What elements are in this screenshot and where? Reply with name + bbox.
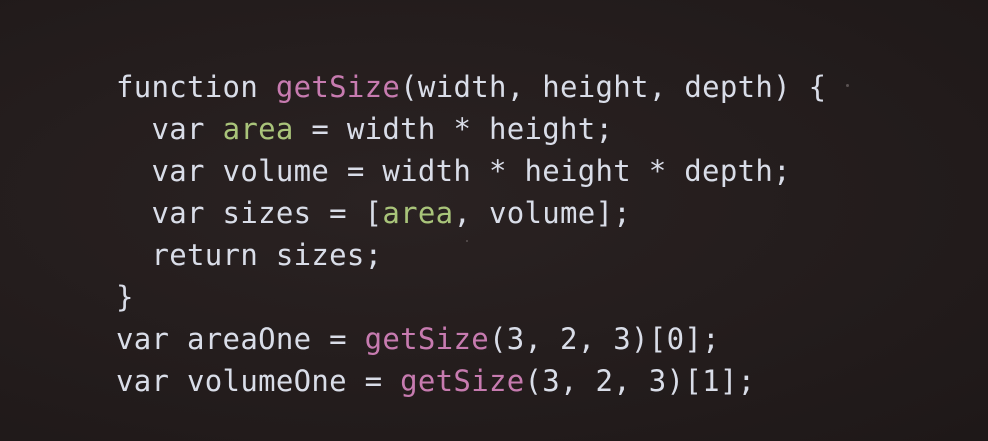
code-line: var area = width * height; (116, 108, 826, 150)
code-line: function getSize(width, height, depth) { (116, 66, 826, 108)
code-line: var sizes = [area, volume]; (116, 192, 826, 234)
code-token: var (116, 112, 223, 146)
code-line: var areaOne = getSize(3, 2, 3)[0]; (116, 318, 826, 360)
code-token: var areaOne = (116, 322, 365, 356)
code-token: (width, height, depth) { (400, 70, 827, 104)
code-token: (3, 2, 3)[0]; (488, 322, 720, 356)
code-token: = width * height; (293, 112, 614, 146)
code-token: } (116, 280, 134, 314)
code-token: (3, 2, 3)[1]; (524, 364, 756, 398)
variable-name-token: area (382, 196, 454, 230)
dust-speck (846, 84, 849, 87)
code-panel: function getSize(width, height, depth) {… (0, 0, 988, 441)
code-token: var volume = width * height * depth; (116, 154, 791, 188)
code-token: var sizes = [ (116, 196, 383, 230)
code-token: var volumeOne = (116, 364, 401, 398)
function-name-token: getSize (275, 70, 401, 104)
code-block: function getSize(width, height, depth) {… (116, 66, 826, 402)
code-line: } (116, 276, 826, 318)
code-token: function (116, 70, 276, 104)
function-name-token: getSize (364, 322, 489, 356)
code-line: var volumeOne = getSize(3, 2, 3)[1]; (116, 360, 826, 402)
code-token: return sizes; (116, 238, 383, 272)
code-line: return sizes; (116, 234, 826, 276)
function-name-token: getSize (400, 364, 525, 398)
code-token: , volume]; (453, 196, 632, 230)
code-line: var volume = width * height * depth; (116, 150, 826, 192)
variable-name-token: area (222, 112, 294, 146)
